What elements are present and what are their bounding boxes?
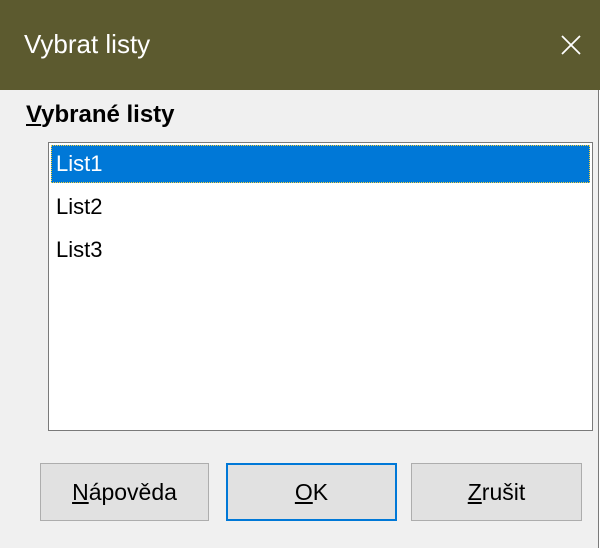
label-mnemonic: V <box>26 101 42 128</box>
cancel-label: rušit <box>481 479 526 505</box>
cancel-mnemonic: Z <box>467 479 482 505</box>
window-title: Vybrat listy <box>24 29 151 59</box>
label-rest: ybrané listy <box>41 101 175 128</box>
sheet-list-item[interactable]: List2 <box>51 188 590 226</box>
selected-sheets-label: Vybrané listy <box>26 98 175 132</box>
ok-mnemonic: O <box>294 479 313 505</box>
close-icon <box>561 35 581 55</box>
help-mnemonic: N <box>72 479 89 505</box>
sheet-list-item[interactable]: List3 <box>51 231 590 269</box>
close-button[interactable] <box>556 30 586 60</box>
help-label: ápověda <box>88 479 177 505</box>
ok-label: K <box>312 479 329 505</box>
sheets-listbox[interactable]: List1 List2 List3 <box>48 142 593 431</box>
title-bar: Vybrat listy <box>0 0 600 90</box>
ok-button[interactable]: OK <box>226 463 397 521</box>
select-sheets-dialog: Vybrat listy Vybrané listy List1 List2 L… <box>0 0 600 548</box>
cancel-button[interactable]: Zrušit <box>411 463 582 521</box>
help-button[interactable]: Nápověda <box>40 463 209 521</box>
sheet-list-item[interactable]: List1 <box>51 145 590 183</box>
